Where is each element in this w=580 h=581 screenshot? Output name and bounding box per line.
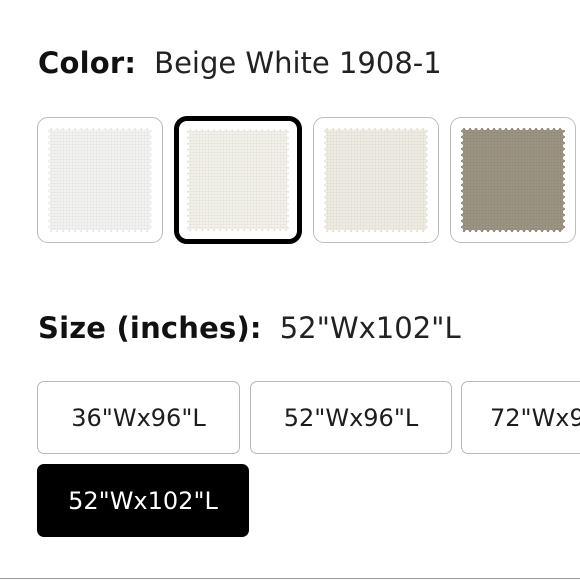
fabric-swatch-image <box>45 125 155 235</box>
divider <box>0 578 580 579</box>
color-swatch-beige-white[interactable] <box>174 116 302 244</box>
color-swatch-list <box>37 116 580 246</box>
fabric-swatch-image <box>458 125 568 235</box>
size-label-row: Size (inches): 52"Wx102"L <box>38 311 461 345</box>
color-label-row: Color: Beige White 1908-1 <box>38 46 442 80</box>
size-label: Size (inches): <box>38 311 262 345</box>
fabric-swatch-image <box>321 125 431 235</box>
size-option-52x102[interactable]: 52"Wx102"L <box>37 464 249 537</box>
color-label: Color: <box>38 46 137 80</box>
size-selected-value: 52"Wx102"L <box>279 311 461 345</box>
color-selected-value: Beige White 1908-1 <box>154 46 442 80</box>
fabric-swatch-image <box>184 126 292 234</box>
color-swatch-ivory[interactable] <box>313 117 439 243</box>
size-option-36x96[interactable]: 36"Wx96"L <box>37 381 240 454</box>
size-option-52x96[interactable]: 52"Wx96"L <box>250 381 452 454</box>
color-swatch-natural-linen[interactable] <box>450 117 576 243</box>
size-option-list: 36"Wx96"L 52"Wx96"L 72"Wx96"L 52"Wx102"L <box>37 381 580 541</box>
size-option-72x96[interactable]: 72"Wx96"L <box>461 381 580 454</box>
color-swatch-white[interactable] <box>37 117 163 243</box>
